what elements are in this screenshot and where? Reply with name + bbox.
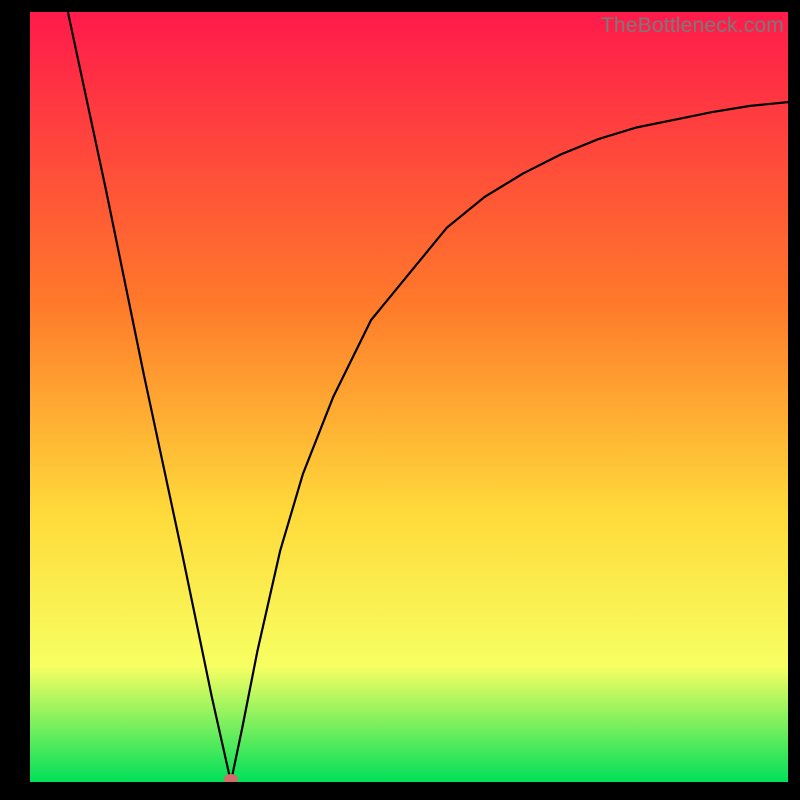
gradient-background (30, 12, 788, 782)
chart-svg (30, 12, 788, 782)
chart-frame (30, 12, 788, 782)
watermark-text: TheBottleneck.com (601, 14, 784, 38)
